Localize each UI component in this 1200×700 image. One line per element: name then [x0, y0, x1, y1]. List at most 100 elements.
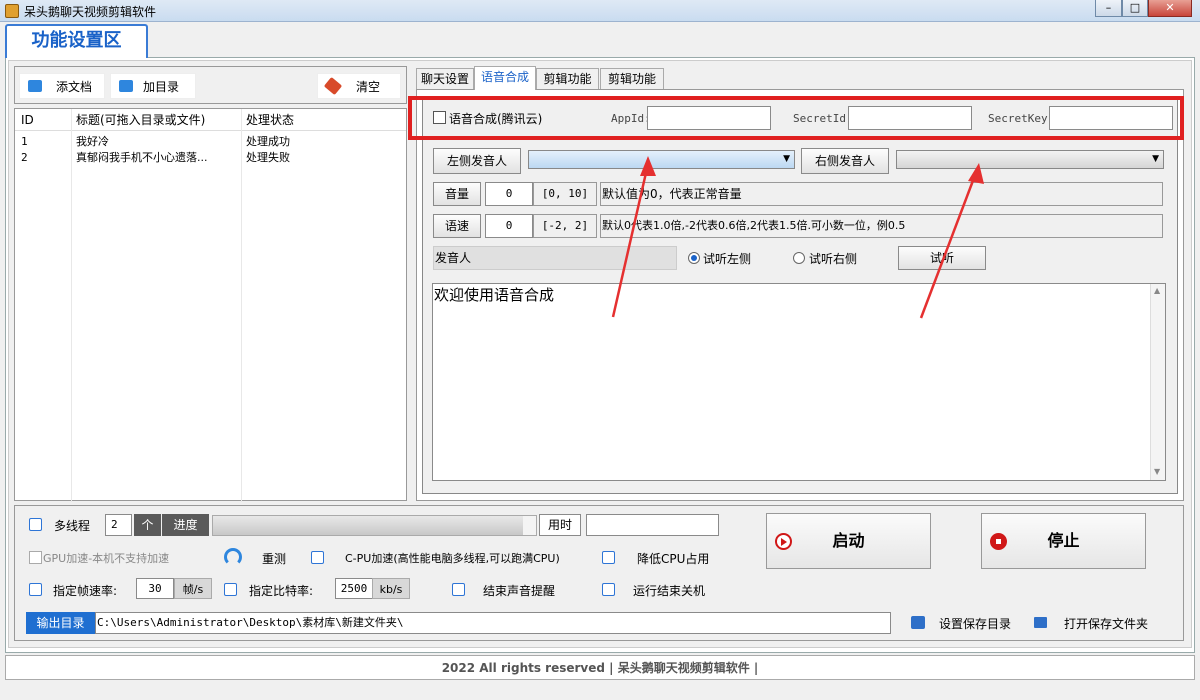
multithread-checkbox[interactable] [29, 518, 42, 531]
synthesis-text-area[interactable]: 欢迎使用语音合成 [432, 283, 1166, 481]
column-header-id[interactable]: ID [21, 109, 34, 131]
file-toolbar: 添文档 加目录 清空 [14, 66, 407, 104]
row-title: 真郁闷我手机不小心遗落... [76, 151, 208, 164]
cpu-checkbox[interactable] [311, 551, 324, 564]
document-icon [28, 80, 42, 92]
shutdown-label: 运行结束关机 [633, 584, 706, 598]
add-directory-label: 加目录 [143, 80, 180, 94]
preview-left-label: 试听左侧 [703, 252, 752, 266]
preview-left-radio[interactable] [688, 252, 700, 264]
close-button[interactable]: ✕ [1148, 0, 1192, 17]
progress-bar [212, 515, 537, 536]
chevron-down-icon: ▼ [783, 154, 790, 164]
bitrate-checkbox[interactable] [224, 583, 237, 596]
progress-label: 进度 [162, 514, 209, 536]
broom-icon [323, 76, 343, 96]
start-button[interactable]: 启动 [766, 513, 931, 569]
shutdown-checkbox[interactable] [602, 583, 615, 596]
left-speaker-button[interactable]: 左侧发音人 [433, 148, 521, 174]
tab-function-settings[interactable]: 功能设置区 [5, 24, 148, 58]
play-icon [775, 533, 792, 550]
lower-cpu-checkbox[interactable] [602, 551, 615, 564]
tab-edit-function-2[interactable]: 剪辑功能2 [600, 68, 664, 106]
speedometer-icon [224, 548, 242, 566]
add-document-button[interactable]: 添文档 [19, 73, 105, 99]
tab-edit-function-1[interactable]: 剪辑功能1 [536, 68, 599, 106]
tab-chat-settings[interactable]: 聊天设置 [416, 68, 474, 90]
scroll-down-icon[interactable]: ▼ [1154, 467, 1160, 476]
column-divider [71, 109, 72, 502]
stop-icon [990, 533, 1007, 550]
bitrate-label: 指定比特率: [249, 584, 314, 598]
folder-settings-icon [911, 616, 925, 629]
minimize-button[interactable]: – [1095, 0, 1122, 17]
add-directory-button[interactable]: 加目录 [110, 73, 196, 99]
clear-label: 清空 [356, 80, 381, 94]
time-value [586, 514, 719, 536]
thread-unit: 个 [134, 514, 161, 536]
bitrate-unit: kb/s [372, 578, 410, 599]
scroll-up-icon[interactable]: ▲ [1154, 286, 1160, 295]
speaker-display: 发音人 [433, 246, 677, 270]
clear-button[interactable]: 清空 [317, 73, 401, 99]
left-speaker-select[interactable]: ▼ [528, 150, 795, 169]
folder-add-icon [119, 80, 133, 92]
column-header-title[interactable]: 标题(可拖入目录或文件) [76, 109, 206, 131]
set-save-dir-label: 设置保存目录 [939, 617, 1012, 631]
row-id: 2 [21, 151, 28, 164]
speed-range: [-2, 2] [533, 214, 597, 238]
stop-button[interactable]: 停止 [981, 513, 1146, 569]
thread-count-input[interactable]: 2 [105, 514, 132, 536]
app-icon [5, 4, 19, 18]
add-document-label: 添文档 [56, 80, 93, 94]
folder-open-icon [1034, 617, 1047, 628]
row-status: 处理成功 [246, 135, 290, 148]
column-header-status[interactable]: 处理状态 [246, 109, 295, 131]
row-status: 处理失败 [246, 151, 290, 164]
preview-right-radio[interactable] [793, 252, 805, 264]
volume-range: [0, 10] [533, 182, 597, 206]
preview-button[interactable]: 试听 [898, 246, 986, 270]
end-sound-label: 结束声音提醒 [483, 584, 556, 598]
end-sound-checkbox[interactable] [452, 583, 465, 596]
fps-unit: 帧/s [174, 578, 212, 599]
row-title: 我好冷 [76, 135, 109, 148]
highlight-box [408, 96, 1184, 140]
footer-copyright: 2022 All rights reserved | 呆头鹅聊天视频剪辑软件 | [5, 655, 1195, 680]
speed-button[interactable]: 语速 [433, 214, 481, 238]
retest-button[interactable]: 重测 [262, 550, 286, 567]
bitrate-input[interactable]: 2500 [335, 578, 373, 599]
title-bar: 呆头鹅聊天视频剪辑软件 – □ ✕ [0, 0, 1200, 22]
right-speaker-button[interactable]: 右侧发音人 [801, 148, 889, 174]
right-speaker-select[interactable]: ▼ [896, 150, 1164, 169]
fps-label: 指定帧速率: [53, 584, 118, 598]
gpu-checkbox[interactable] [29, 551, 42, 564]
start-label: 启动 [832, 531, 865, 550]
open-save-dir-button[interactable]: 打开保存文件夹 [1030, 612, 1160, 634]
speed-hint: 默认0代表1.0倍,-2代表0.6倍,2代表1.5倍.可小数一位，例0.5 [600, 214, 1163, 238]
list-header [15, 109, 406, 131]
stop-label: 停止 [1047, 531, 1080, 550]
gpu-label: GPU加速-本机不支持加速 [43, 552, 170, 565]
time-label: 用时 [539, 514, 581, 536]
progress-fill [213, 516, 524, 535]
open-save-dir-label: 打开保存文件夹 [1064, 617, 1149, 631]
fps-input[interactable]: 30 [136, 578, 174, 599]
volume-hint: 默认值为0，代表正常音量 [600, 182, 1163, 206]
volume-button[interactable]: 音量 [433, 182, 481, 206]
window-title: 呆头鹅聊天视频剪辑软件 [24, 5, 157, 19]
set-save-dir-button[interactable]: 设置保存目录 [905, 612, 1017, 634]
chevron-down-icon: ▼ [1152, 154, 1159, 164]
tab-speech-synthesis[interactable]: 语音合成 [474, 66, 536, 90]
row-id: 1 [21, 135, 28, 148]
textarea-scrollbar[interactable]: ▲ ▼ [1150, 284, 1165, 480]
output-path-input[interactable]: C:\Users\Administrator\Desktop\素材库\新建文件夹… [95, 612, 891, 634]
file-list[interactable]: ID 标题(可拖入目录或文件) 处理状态 1 我好冷 处理成功 2 真郁闷我手机… [14, 108, 407, 502]
speed-input[interactable]: 0 [485, 214, 533, 238]
cpu-label: C-PU加速(高性能电脑多线程,可以跑满CPU) [345, 552, 560, 565]
lower-cpu-label: 降低CPU占用 [637, 552, 710, 566]
maximize-button[interactable]: □ [1122, 0, 1148, 17]
fps-checkbox[interactable] [29, 583, 42, 596]
volume-input[interactable]: 0 [485, 182, 533, 206]
preview-right-label: 试听右侧 [809, 252, 858, 266]
